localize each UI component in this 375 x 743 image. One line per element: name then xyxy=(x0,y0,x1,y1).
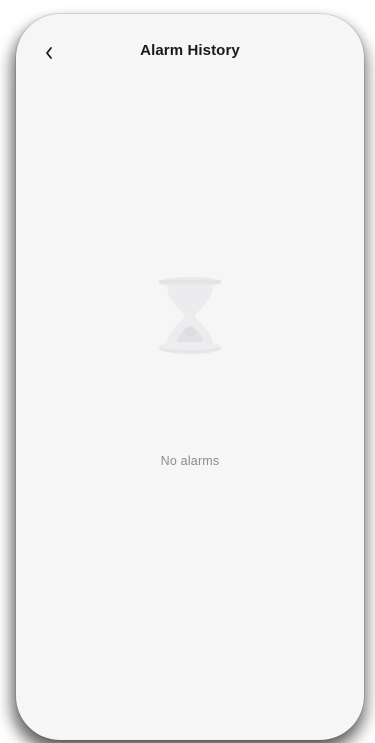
page-title: Alarm History xyxy=(140,42,240,59)
hourglass-icon xyxy=(159,277,221,354)
empty-state: No alarms xyxy=(16,276,364,468)
empty-message: No alarms xyxy=(160,454,220,468)
phone-screen: Alarm History No alarms xyxy=(16,14,364,740)
navigation-bar: Alarm History xyxy=(16,14,364,88)
